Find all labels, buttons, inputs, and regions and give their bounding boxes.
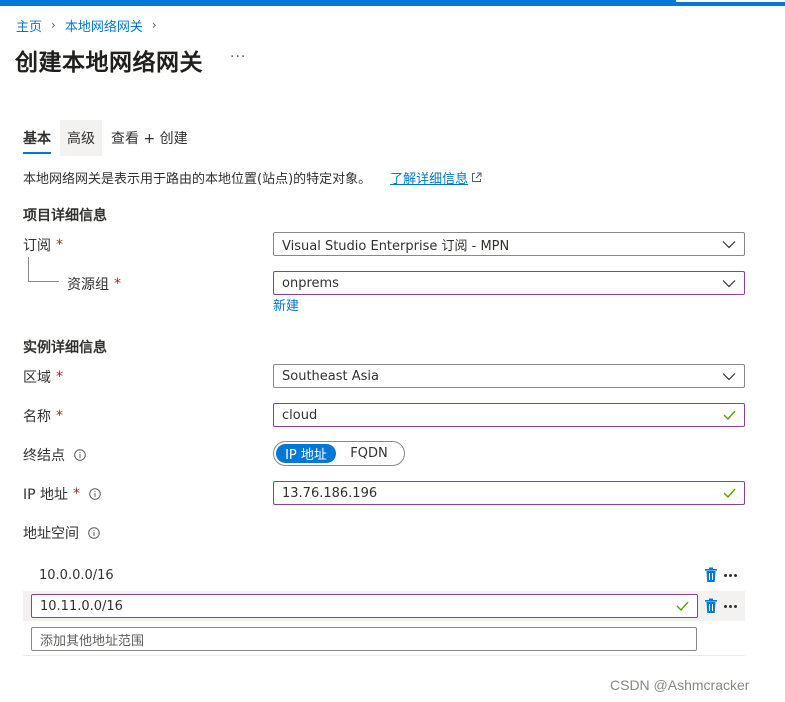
subscription-value: Visual Studio Enterprise 订阅 - MPN bbox=[282, 238, 510, 254]
add-address-range-input[interactable]: 添加其他地址范围 bbox=[31, 627, 697, 651]
subscription-label: 订阅 * bbox=[23, 237, 63, 254]
row-actions bbox=[704, 598, 739, 614]
breadcrumb-home[interactable]: 主页 bbox=[16, 16, 42, 35]
page-title: 创建本地网络网关 bbox=[15, 50, 203, 76]
create-new-resource-group-link[interactable]: 新建 bbox=[273, 295, 299, 314]
external-link-icon bbox=[472, 172, 482, 182]
breadcrumb: 主页 › 本地网络网关 › bbox=[16, 16, 166, 35]
resource-group-label: 资源组 * bbox=[67, 276, 121, 293]
resource-group-dropdown[interactable]: onprems bbox=[273, 271, 745, 295]
address-space-row: 10.0.0.0/16 bbox=[23, 561, 745, 589]
project-details-heading: 项目详细信息 bbox=[23, 208, 107, 224]
row-actions bbox=[704, 567, 739, 583]
info-icon[interactable] bbox=[88, 527, 100, 539]
required-marker: * bbox=[56, 237, 63, 253]
instance-details-heading: 实例详细信息 bbox=[23, 340, 107, 356]
region-value: Southeast Asia bbox=[282, 368, 379, 384]
name-label: 名称 * bbox=[23, 408, 63, 425]
chevron-right-icon: › bbox=[51, 18, 56, 32]
subscription-dropdown[interactable]: Visual Studio Enterprise 订阅 - MPN bbox=[273, 232, 745, 256]
page-description: 本地网络网关是表示用于路由的本地位置(站点)的特定对象。 了解详细信息 bbox=[23, 168, 482, 187]
region-dropdown[interactable]: Southeast Asia bbox=[273, 364, 745, 388]
endpoint-toggle: IP 地址 FQDN bbox=[273, 441, 405, 466]
address-prefix-value: 10.0.0.0/16 bbox=[39, 567, 114, 583]
description-text: 本地网络网关是表示用于路由的本地位置(站点)的特定对象。 bbox=[23, 172, 372, 187]
required-marker: * bbox=[114, 276, 121, 292]
portal-top-bar bbox=[0, 0, 785, 6]
address-prefix-input-value: 10.11.0.0/16 bbox=[40, 598, 123, 614]
required-marker: * bbox=[56, 408, 63, 424]
resource-group-value: onprems bbox=[282, 275, 339, 291]
tab-advanced[interactable]: 高级 bbox=[60, 120, 102, 156]
info-icon[interactable] bbox=[89, 488, 101, 500]
region-label: 区域 * bbox=[23, 369, 63, 386]
add-address-range-placeholder: 添加其他地址范围 bbox=[40, 633, 145, 649]
endpoint-label: 终结点 bbox=[23, 445, 86, 465]
chevron-right-icon: › bbox=[151, 18, 157, 32]
chevron-down-icon bbox=[722, 240, 736, 248]
address-prefix-input[interactable]: 10.11.0.0/16 bbox=[31, 594, 698, 618]
required-marker: * bbox=[73, 486, 81, 502]
tab-review-create[interactable]: 查看 + 创建 bbox=[104, 120, 195, 156]
endpoint-option-fqdn[interactable]: FQDN bbox=[336, 444, 402, 463]
more-options-button[interactable]: ··· bbox=[230, 49, 246, 65]
ip-address-input[interactable]: 13.76.186.196 bbox=[273, 481, 745, 505]
learn-more-link[interactable]: 了解详细信息 bbox=[390, 168, 468, 187]
tree-connector bbox=[28, 257, 29, 281]
delete-icon[interactable] bbox=[704, 567, 718, 583]
checkmark-icon bbox=[676, 601, 689, 611]
watermark: CSDN @Ashmcracker bbox=[610, 677, 750, 693]
more-options-icon[interactable] bbox=[724, 604, 739, 608]
tree-connector bbox=[28, 281, 59, 282]
delete-icon[interactable] bbox=[704, 598, 718, 614]
more-options-icon[interactable] bbox=[724, 573, 739, 577]
checkmark-icon bbox=[723, 410, 736, 420]
chevron-down-icon bbox=[722, 279, 736, 287]
required-marker: * bbox=[56, 369, 63, 385]
breadcrumb-local-network-gateways[interactable]: 本地网络网关 bbox=[65, 16, 143, 35]
ip-address-label: IP 地址 * bbox=[23, 484, 101, 504]
name-value: cloud bbox=[282, 407, 318, 423]
divider bbox=[23, 655, 745, 656]
address-space-label: 地址空间 bbox=[23, 523, 100, 543]
info-icon[interactable] bbox=[74, 449, 86, 461]
tab-basics[interactable]: 基本 bbox=[16, 120, 58, 156]
checkmark-icon bbox=[723, 488, 736, 498]
endpoint-option-ip-address[interactable]: IP 地址 bbox=[276, 444, 336, 463]
ip-address-value: 13.76.186.196 bbox=[282, 485, 378, 501]
name-input[interactable]: cloud bbox=[273, 403, 745, 427]
address-space-row-editing: 10.11.0.0/16 bbox=[23, 591, 745, 621]
chevron-down-icon bbox=[722, 372, 736, 380]
tab-bar: 基本 高级 查看 + 创建 bbox=[16, 120, 197, 156]
